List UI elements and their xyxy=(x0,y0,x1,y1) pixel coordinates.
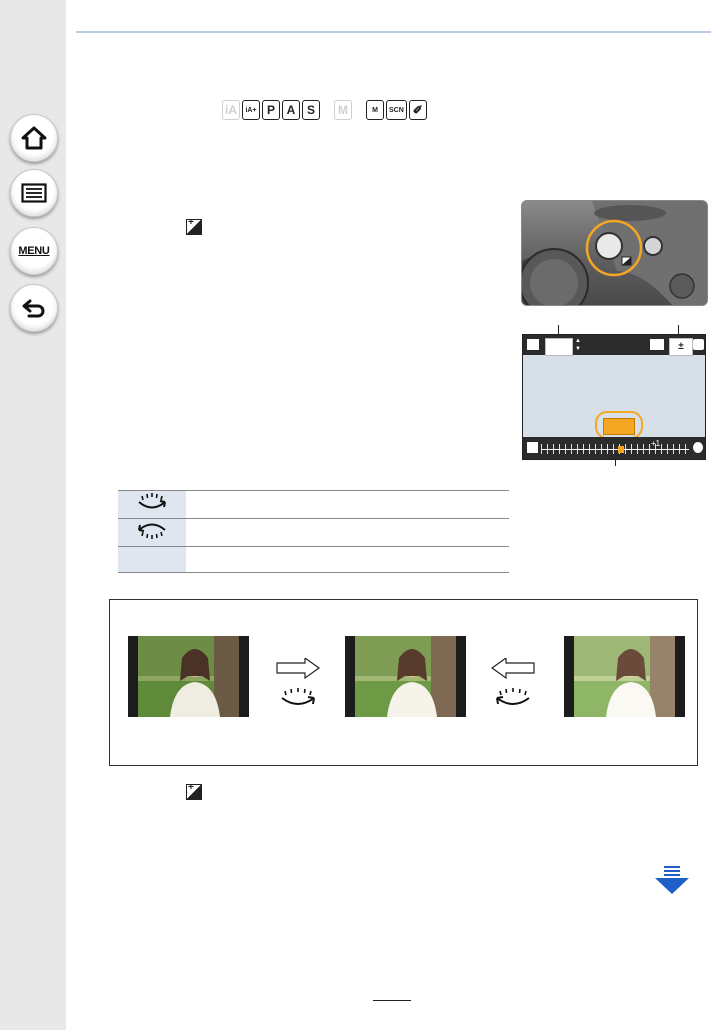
page-number xyxy=(373,1000,411,1017)
portrait-scene xyxy=(138,636,239,717)
menu-button[interactable]: MENU xyxy=(10,227,58,275)
scale-plus-one: +1 xyxy=(651,439,661,448)
exposure-compensation-icon-2 xyxy=(186,784,202,800)
table-row xyxy=(118,518,509,547)
flash-adjust-icon xyxy=(650,339,664,350)
table-row xyxy=(118,490,509,519)
table-cell xyxy=(118,546,186,573)
portrait-scene xyxy=(574,636,675,717)
list-icon xyxy=(21,183,47,203)
contents-list-button[interactable] xyxy=(10,169,58,217)
back-icon xyxy=(22,299,45,318)
ev-scale-ticks xyxy=(541,444,689,454)
mode-icon-s: S xyxy=(302,100,320,120)
monitor-screen: ▲ ▼ ± +1 xyxy=(522,334,706,460)
example-photo-correct xyxy=(345,636,466,717)
camera-button-photo xyxy=(521,200,708,306)
sidebar-nav: MENU xyxy=(0,0,66,1030)
monitor-bottom-bar xyxy=(523,437,705,459)
dial-icon xyxy=(693,442,703,453)
exposure-compensation-icon xyxy=(186,219,202,235)
dial-rotate-right-icon xyxy=(138,493,166,509)
exposure-value-box xyxy=(545,338,573,356)
portrait-scene xyxy=(355,636,456,717)
back-button[interactable] xyxy=(10,284,58,332)
mode-icon-movie-m: M xyxy=(366,100,384,120)
flash-icon xyxy=(693,339,704,350)
arrow-left-group xyxy=(490,656,536,705)
home-icon xyxy=(21,126,47,150)
arrow-left-icon xyxy=(490,656,535,705)
exposure-bracket-icon xyxy=(527,339,539,350)
table-cell xyxy=(186,490,509,519)
example-photo-overexposed xyxy=(564,636,685,717)
mode-icon-ia: iA xyxy=(222,100,240,120)
mode-icon-creative-control: ✐ xyxy=(408,100,427,120)
ev-scale-icon xyxy=(527,442,538,453)
table-cell xyxy=(186,546,509,573)
example-photo-underexposed xyxy=(128,636,249,717)
operation-table xyxy=(118,490,509,573)
mode-icon-m: M xyxy=(334,100,352,120)
applicable-modes: iA iA+ P A S M M SCN ✐ xyxy=(222,100,427,120)
table-row xyxy=(118,546,509,573)
flash-value-box: ± xyxy=(669,338,693,356)
arrow-right-group xyxy=(275,656,321,705)
ev-scale-marker xyxy=(618,446,624,453)
mode-icon-p: P xyxy=(262,100,280,120)
mode-icon-ia-plus: iA+ xyxy=(242,100,260,120)
home-button[interactable] xyxy=(10,114,58,162)
up-down-arrows: ▲ ▼ xyxy=(575,338,581,352)
camera-body-illustration xyxy=(522,201,707,305)
dial-rotate-left-icon xyxy=(138,523,166,539)
next-page-arrow-icon[interactable] xyxy=(655,866,689,894)
exposure-example-box xyxy=(109,599,698,766)
dial-rotate-right-cell xyxy=(118,490,186,519)
header-rule xyxy=(76,31,711,33)
mode-icon-a: A xyxy=(282,100,300,120)
mode-icon-scn: SCN xyxy=(386,100,407,120)
menu-label: MENU xyxy=(18,245,50,257)
arrow-right-icon xyxy=(276,656,321,705)
monitor-top-bar: ▲ ▼ ± xyxy=(523,335,705,356)
exposure-indicator-highlight xyxy=(595,411,643,439)
table-cell xyxy=(186,518,509,547)
dial-rotate-left-cell xyxy=(118,518,186,547)
